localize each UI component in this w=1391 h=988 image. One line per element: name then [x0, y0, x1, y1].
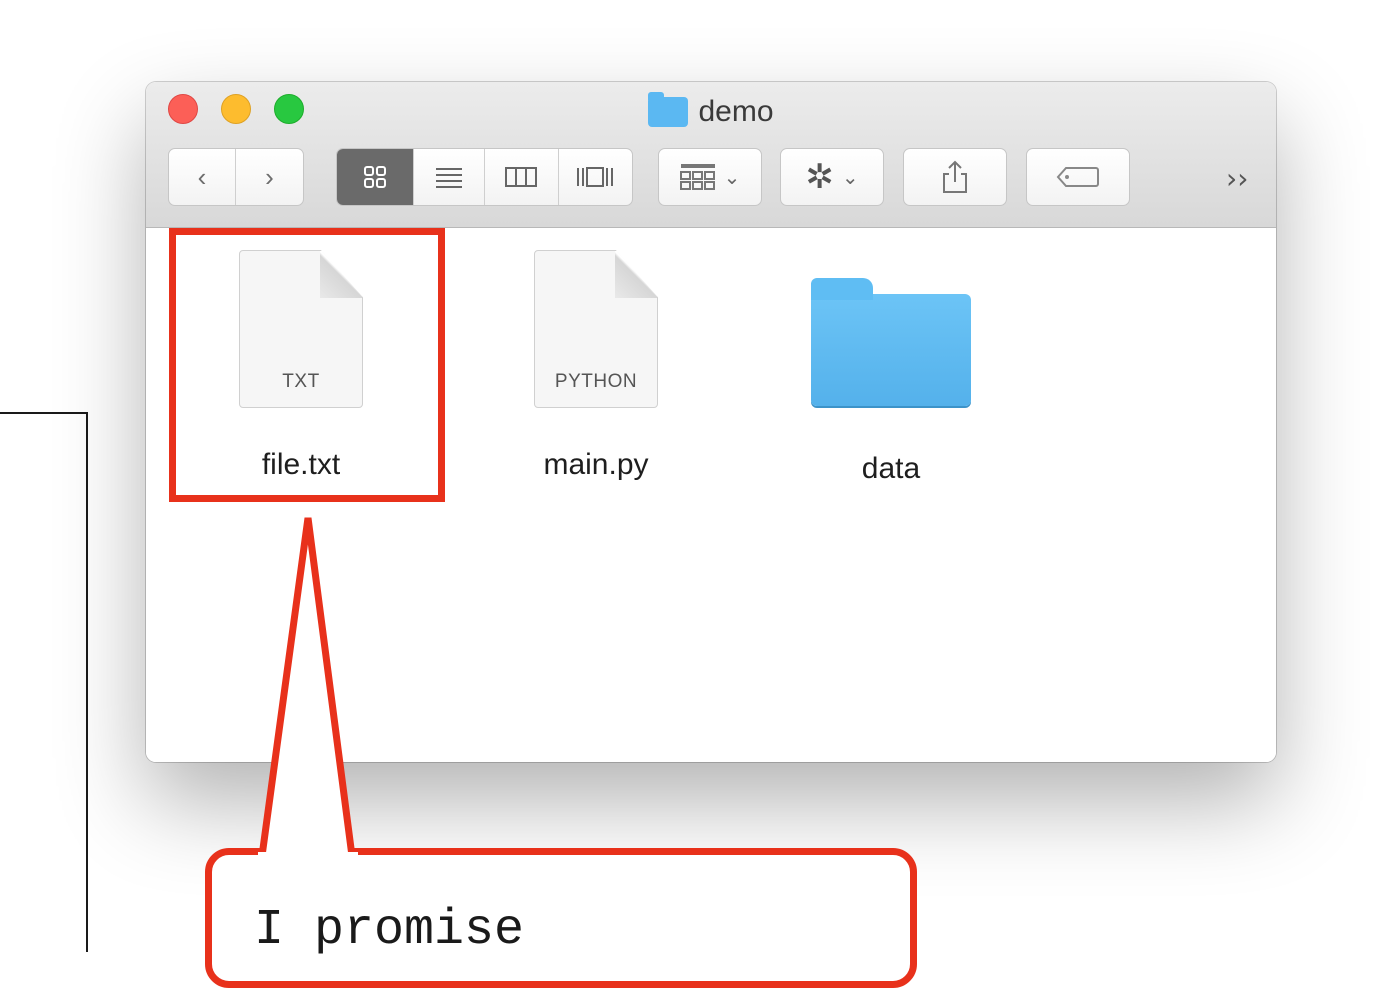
callout-text: I promise [254, 902, 525, 959]
callout-pointer [257, 517, 358, 864]
